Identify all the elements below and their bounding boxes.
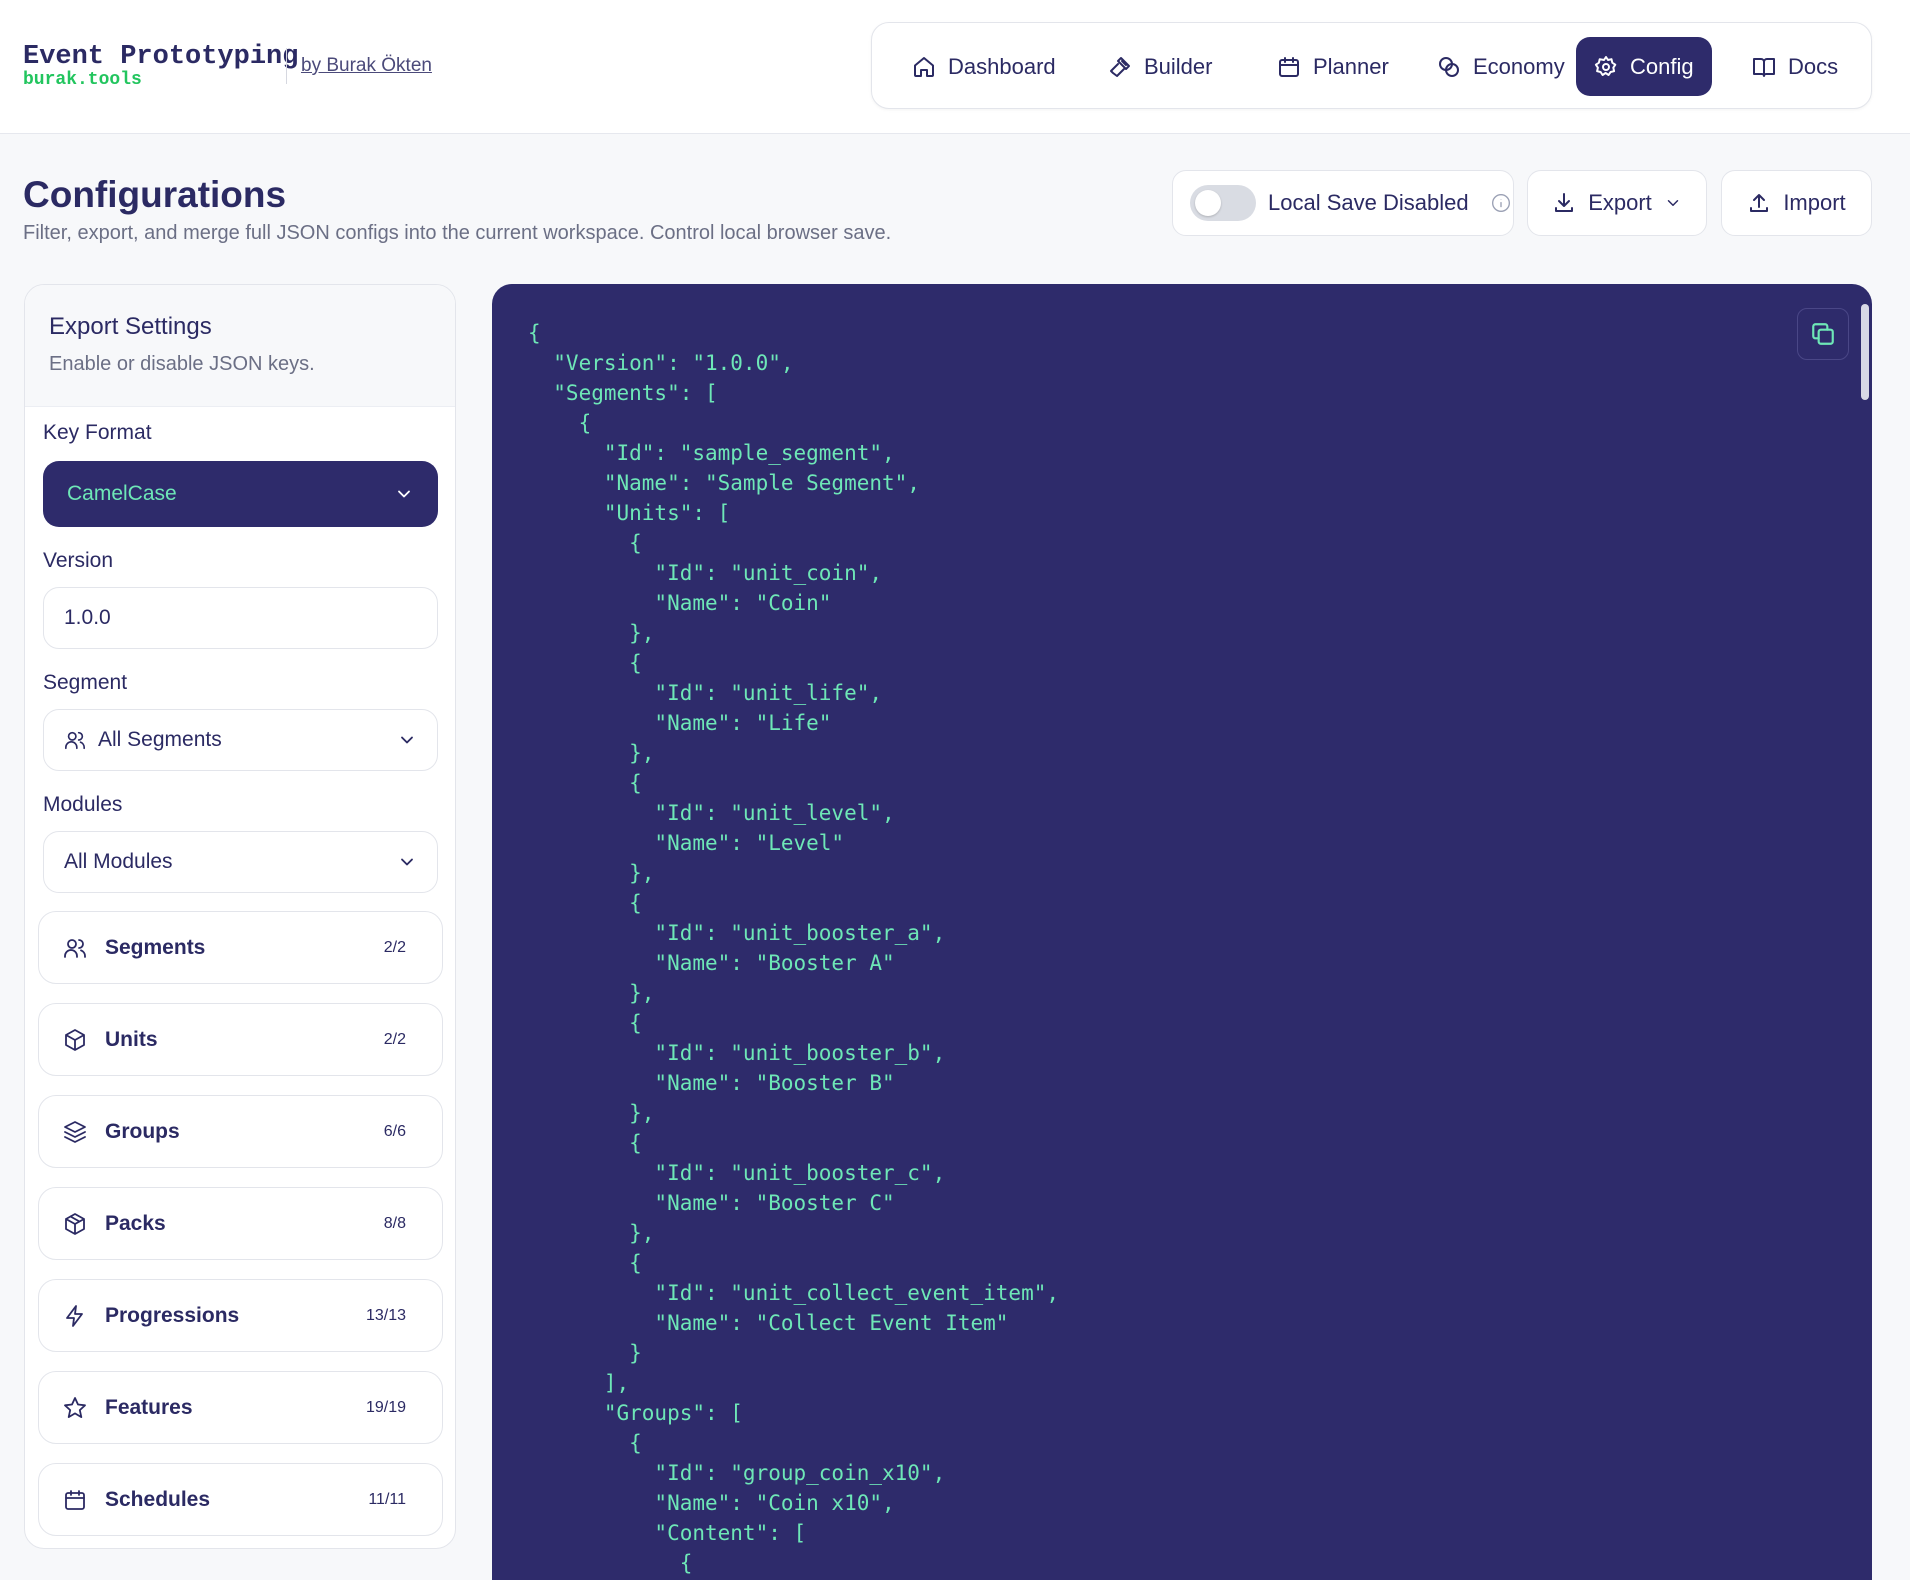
panel-title: Export Settings [49, 313, 212, 340]
module-label: Groups [105, 1119, 180, 1143]
module-count: 19/19 [365, 1398, 406, 1416]
module-count: 8/8 [383, 1214, 406, 1232]
page-subtitle: Filter, export, and merge full JSON conf… [23, 222, 892, 244]
nav-docs-label: Docs [1788, 53, 1839, 79]
module-label: Units [105, 1027, 158, 1051]
module-groups[interactable]: Groups 6/6 [38, 1095, 443, 1168]
nav-planner-label: Planner [1313, 53, 1389, 79]
module-label: Schedules [105, 1487, 211, 1511]
nav-dashboard-label: Dashboard [948, 53, 1056, 79]
nav-economy-label: Economy [1473, 53, 1565, 79]
module-count: 2/2 [383, 938, 406, 956]
local-save-toggle[interactable] [1190, 185, 1256, 221]
module-count: 2/2 [383, 1030, 406, 1048]
panel-subtitle: Enable or disable JSON keys. [49, 353, 315, 375]
json-preview-panel[interactable]: { "Version": "1.0.0", "Segments": [ { "I… [492, 284, 1872, 1580]
chevron-down-icon [398, 490, 410, 498]
key-format-value: CamelCase [67, 482, 177, 505]
nav-dashboard[interactable]: Dashboard [894, 37, 1074, 96]
coins-icon [1439, 56, 1459, 77]
copy-button[interactable] [1797, 308, 1849, 360]
nav-planner[interactable]: Planner [1259, 37, 1407, 96]
key-format-select[interactable]: CamelCase [43, 461, 438, 527]
scrollbar[interactable] [1861, 304, 1869, 400]
users-icon [64, 938, 86, 958]
json-preview-text[interactable]: { "Version": "1.0.0", "Segments": [ { "I… [528, 318, 1059, 1578]
key-format-label: Key Format [43, 421, 152, 444]
nav-config[interactable]: Config [1576, 37, 1712, 96]
cube-icon [65, 1028, 85, 1051]
segment-label: Segment [43, 671, 128, 694]
author-link[interactable]: by Burak Ökten [301, 55, 432, 77]
module-label: Packs [105, 1211, 166, 1235]
brand-title: Event Prototyping [23, 42, 299, 72]
chevron-down-icon [401, 858, 413, 866]
brand-subtitle: burak.tools [23, 70, 142, 90]
copy-icon [1812, 323, 1834, 345]
users-icon [65, 731, 85, 750]
info-icon[interactable] [1491, 193, 1511, 213]
segment-select[interactable]: All Segments [43, 709, 438, 771]
module-label: Progressions [105, 1303, 240, 1327]
hammer-icon [1110, 56, 1130, 77]
home-icon [914, 56, 934, 77]
import-button[interactable]: Import [1721, 170, 1872, 236]
version-input[interactable]: 1.0.0 [43, 587, 438, 649]
calendar-icon [65, 1489, 85, 1510]
export-settings-panel: Export Settings Enable or disable JSON k… [24, 284, 456, 1549]
module-count: 11/11 [368, 1490, 406, 1508]
segment-value: All Segments [98, 728, 222, 751]
package-icon [65, 1212, 85, 1235]
nav-config-label: Config [1630, 53, 1694, 79]
chevron-down-icon [401, 736, 413, 744]
layers-icon [64, 1120, 86, 1143]
export-button[interactable]: Export [1527, 170, 1707, 236]
version-label: Version [43, 549, 114, 572]
star-icon [64, 1396, 86, 1418]
calendar-icon [1279, 56, 1299, 77]
module-label: Segments [105, 935, 206, 959]
module-features[interactable]: Features 19/19 [38, 1371, 443, 1444]
bolt-icon [66, 1304, 83, 1327]
brand-logo[interactable]: Event Prototyping burak.tools [23, 42, 299, 90]
panel-header: Export Settings Enable or disable JSON k… [25, 285, 455, 407]
nav-docs[interactable]: Docs [1734, 37, 1856, 96]
brand-divider [286, 48, 287, 84]
chevron-down-icon [1667, 200, 1679, 206]
book-icon [1753, 57, 1775, 77]
local-save-label: Local Save Disabled [1268, 190, 1469, 215]
nav-builder-label: Builder [1144, 53, 1213, 79]
local-save-control: Local Save Disabled [1172, 170, 1514, 236]
gear-icon [1594, 55, 1617, 76]
module-schedules[interactable]: Schedules 11/11 [38, 1463, 443, 1536]
modules-select[interactable]: All Modules [43, 831, 438, 893]
module-label: Features [105, 1395, 193, 1419]
top-header: Event Prototyping burak.tools by Burak Ö… [0, 0, 1910, 134]
version-value: 1.0.0 [64, 606, 111, 629]
nav-builder[interactable]: Builder [1090, 37, 1230, 96]
nav-economy[interactable]: Economy [1419, 37, 1583, 96]
page-title: Configurations [23, 174, 287, 215]
import-button-label: Import [1783, 190, 1846, 215]
module-count: 13/13 [365, 1306, 406, 1324]
module-units[interactable]: Units 2/2 [38, 1003, 443, 1076]
modules-label: Modules [43, 793, 123, 816]
download-icon [1555, 193, 1574, 212]
upload-icon [1750, 194, 1769, 212]
modules-value: All Modules [64, 850, 173, 873]
export-button-label: Export [1588, 190, 1652, 215]
module-progressions[interactable]: Progressions 13/13 [38, 1279, 443, 1352]
module-packs[interactable]: Packs 8/8 [38, 1187, 443, 1260]
module-count: 6/6 [383, 1122, 406, 1140]
module-segments[interactable]: Segments 2/2 [38, 911, 443, 984]
main-nav: Dashboard Builder Planner Economy Config… [871, 22, 1872, 109]
